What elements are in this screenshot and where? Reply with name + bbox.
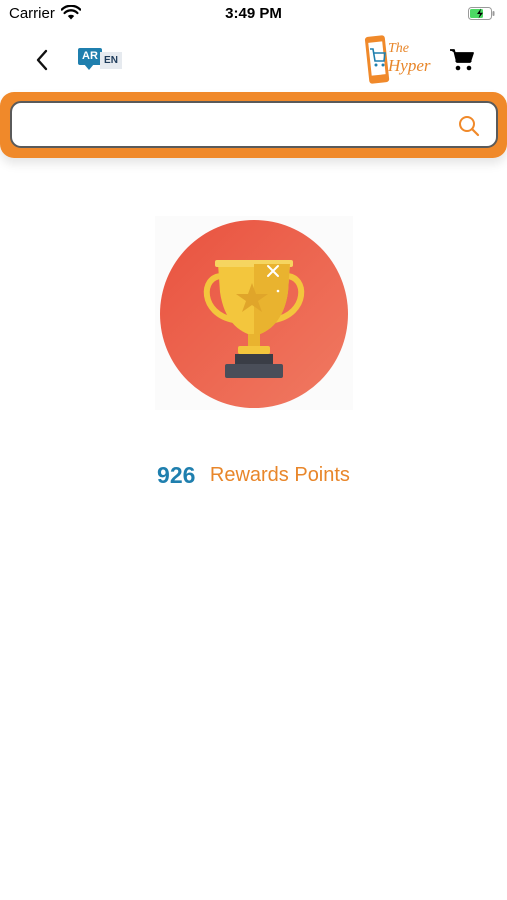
search-box bbox=[10, 101, 498, 148]
app-header: AR EN The Hyper bbox=[0, 28, 507, 92]
cart-button[interactable] bbox=[449, 47, 475, 73]
lang-ar-label: AR bbox=[78, 48, 102, 65]
search-input[interactable] bbox=[24, 111, 444, 139]
shopping-cart-icon bbox=[450, 49, 474, 71]
lang-en-label: EN bbox=[100, 52, 122, 69]
search-button[interactable] bbox=[458, 115, 480, 137]
speech-tail-icon bbox=[84, 64, 94, 70]
search-bar-container bbox=[0, 92, 507, 158]
points-label: Rewards Points bbox=[209, 464, 350, 486]
clock-time: 3:49 PM bbox=[225, 5, 282, 22]
rewards-points-summary: 926 Rewards Points bbox=[0, 462, 507, 489]
points-value: 926 bbox=[157, 462, 196, 488]
trophy-image bbox=[155, 216, 353, 410]
chevron-left-icon bbox=[36, 49, 48, 71]
the-hyper-logo: The Hyper bbox=[364, 34, 430, 86]
back-button[interactable] bbox=[30, 46, 54, 74]
rewards-screen: Carrier 3:49 PM AR EN The Hyper 926 Rewa… bbox=[0, 0, 507, 900]
logo-text-the: The bbox=[388, 41, 409, 56]
battery-charging-icon bbox=[468, 7, 495, 24]
status-bar: Carrier 3:49 PM bbox=[0, 0, 507, 28]
logo-text-hyper: Hyper bbox=[388, 56, 431, 75]
search-icon bbox=[459, 116, 480, 137]
trophy-icon bbox=[160, 220, 348, 408]
language-switch-button[interactable]: AR EN bbox=[78, 45, 122, 75]
